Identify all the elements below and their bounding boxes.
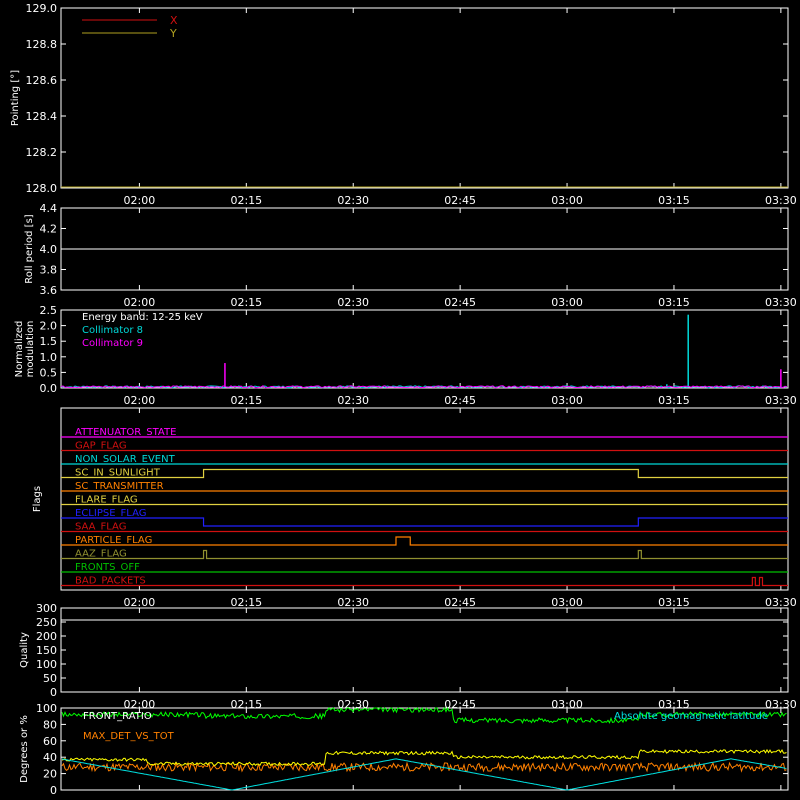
pointing-xtick-label: 02:15 [230,194,262,207]
modulation-ytick-label: 2.0 [40,320,58,333]
roll-ytick-label: 3.6 [40,284,58,297]
roll-xtick-label: 02:15 [230,296,262,309]
flag-label: FLARE_FLAG [75,495,138,506]
pointing-xtick-label: 02:30 [337,194,369,207]
modulation-xtick-label: 02:45 [444,394,476,407]
quality-ytick-label: 300 [36,602,57,615]
flag-label: GAP_FLAG [75,441,127,452]
chart-stage: 129.0 128.8 128.6 128.4 128.2 128.0 02:00 02:15… [0,0,800,800]
pointing-xtick-label: 03:00 [551,194,583,207]
pointing-ytick-label: 128.2 [26,146,58,159]
modulation-ytick-label: 1.0 [40,351,58,364]
roll-xtick-label: 02:30 [337,296,369,309]
modulation-ytick-label: 1.5 [40,335,58,348]
flag-label: ATTENUATOR_STATE [75,427,176,438]
modulation-xtick-label: 02:30 [337,394,369,407]
pointing-xtick-label: 03:30 [765,194,797,207]
orbit-legend-maxdet: MAX_DET_VS_TOT [83,731,175,742]
roll-xtick-label: 03:30 [765,296,797,309]
quality-ytick-label: 0 [50,686,57,699]
flags-xtick-label: 03:30 [765,596,797,609]
pointing-xtick-label: 02:00 [124,194,156,207]
flag-label: ECLIPSE_FLAG [75,508,146,519]
modulation-ytick-label: 0.5 [40,366,58,379]
modulation-ytick-label: 2.5 [40,304,58,317]
modulation-ylabel: Normalized [14,321,25,378]
flag-label: SC_TRANSMITTER [75,481,164,492]
modulation-legend-title: Energy band: 12-25 keV [82,312,203,323]
orbit-legend-geomag: Absolute geomagnetic latitude [614,711,768,722]
flags-ylabel: Flags [32,486,43,512]
pointing-ylabel: Pointing [°] [10,70,21,126]
modulation-xtick-label: 02:00 [124,394,156,407]
roll-ytick-label: 4.2 [40,223,58,236]
modulation-xtick-label: 03:30 [765,394,797,407]
roll-ytick-label: 4.0 [40,243,58,256]
modulation-xtick-label: 03:15 [658,394,690,407]
flags-xtick-label: 02:15 [230,596,262,609]
flag-label: PARTICLE_FLAG [75,535,152,546]
flag-label: FRONTS_OFF [75,562,140,573]
pointing-xtick-label: 02:45 [444,194,476,207]
flags-xtick-label: 02:30 [337,596,369,609]
modulation-ytick-label: 0.0 [40,382,58,395]
pointing-ytick-label: 128.0 [26,182,58,195]
modulation-legend-label: Collimator 9 [82,338,143,349]
modulation-legend-label: Collimator 8 [82,325,143,336]
orbit-ytick-label: 20 [43,768,57,781]
orbit-ytick-label: 0 [50,784,57,797]
roll-ylabel: Roll period [s] [24,214,35,283]
quality-ytick-label: 250 [36,616,57,629]
roll-ytick-label: 4.4 [40,202,58,215]
flags-xtick-label: 03:00 [551,596,583,609]
flag-label: BAD_PACKETS [75,576,146,587]
pointing-xtick-label: 03:15 [658,194,690,207]
quality-ytick-label: 100 [36,658,57,671]
orbit-legend-front: FRONT_RATIO [83,711,152,722]
flag-label: SC_IN_SUNLIGHT [75,468,161,479]
pointing-legend-label: X [170,14,178,27]
flag-label: SAA_FLAG [75,522,126,533]
orbit-ylabel: Degrees or % [19,715,30,783]
pointing-ytick-label: 129.0 [26,2,58,15]
quality-ytick-label: 200 [36,630,57,643]
pointing-ytick-label: 128.6 [26,74,58,87]
modulation-xtick-label: 03:00 [551,394,583,407]
flags-xtick-label: 03:15 [658,596,690,609]
modulation-ylabel: modulation [25,321,36,378]
roll-xtick-label: 03:15 [658,296,690,309]
quality-ytick-label: 150 [36,644,57,657]
roll-xtick-label: 03:00 [551,296,583,309]
flags-xtick-label: 02:45 [444,596,476,609]
quality-ytick-label: 50 [43,672,57,685]
flag-label: NON_SOLAR_EVENT [75,454,176,465]
pointing-ytick-label: 128.4 [26,110,58,123]
roll-ytick-label: 3.8 [40,264,58,277]
orbit-ytick-label: 80 [43,718,57,731]
roll-xtick-label: 02:00 [124,296,156,309]
orbit-ytick-label: 100 [36,702,57,715]
flags-xtick-label: 02:00 [124,596,156,609]
roll-xtick-label: 02:45 [444,296,476,309]
pointing-legend-label: Y [169,27,177,40]
flag-label: AAZ_FLAG [75,549,127,560]
modulation-xtick-label: 02:15 [230,394,262,407]
orbit-ytick-label: 60 [43,735,57,748]
orbit-ytick-label: 40 [43,751,57,764]
quality-ylabel: Quality [19,632,30,668]
pointing-ytick-label: 128.8 [26,38,58,51]
